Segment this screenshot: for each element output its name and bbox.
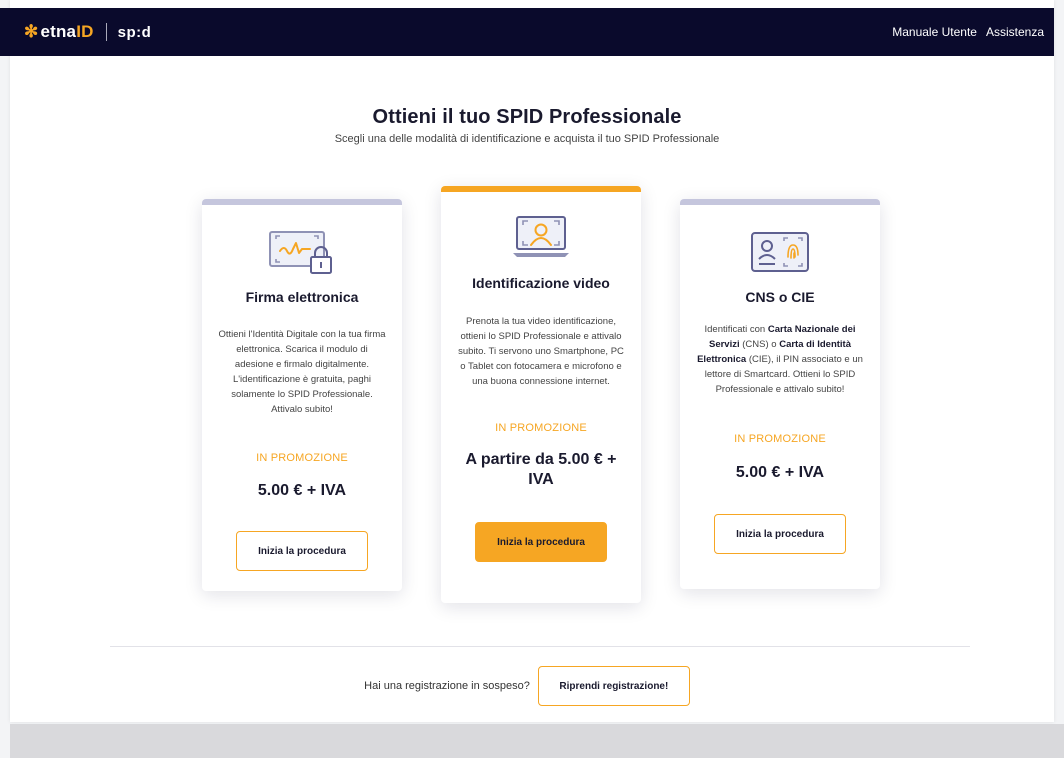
section-divider xyxy=(110,646,970,647)
card-price: A partire da 5.00 € + IVA xyxy=(465,451,617,488)
nav-assistenza-link[interactable]: Assistenza xyxy=(986,25,1044,39)
promo-label: IN PROMOZIONE xyxy=(256,452,348,464)
etnaid-logo[interactable]: ✻ etnaID xyxy=(24,22,94,42)
page-heading: Ottieni il tuo SPID Professionale Scegli… xyxy=(0,106,1054,145)
card-title: Firma elettronica xyxy=(245,289,359,305)
start-procedure-button[interactable]: Inizia la procedura xyxy=(714,514,846,554)
brand-logos[interactable]: ✻ etnaID sp:d xyxy=(24,22,151,42)
desc-text: Identificati con xyxy=(704,324,768,335)
etnaid-logo-suffix: ID xyxy=(76,22,94,41)
card-description: Ottieni l'Identità Digitale con la tua f… xyxy=(218,329,386,415)
signature-lock-icon xyxy=(269,231,332,274)
start-procedure-button[interactable]: Inizia la procedura xyxy=(236,531,368,571)
desc-text: (CNS) o xyxy=(739,339,780,350)
card-price: 5.00 € + IVA xyxy=(257,482,347,499)
card-top-bar xyxy=(202,199,402,205)
etnaid-logo-mark: ✻ xyxy=(24,22,39,41)
card-firma-elettronica: Firma elettronica Ottieni l'Identità Dig… xyxy=(202,199,402,591)
card-identificazione-video: Identificazione video Prenota la tua vid… xyxy=(441,186,641,603)
spid-logo[interactable]: sp:d xyxy=(118,24,152,41)
bottom-strip xyxy=(10,724,1064,758)
card-title: Identificazione video xyxy=(472,275,610,291)
promo-label: IN PROMOZIONE xyxy=(495,422,587,434)
card-top-bar xyxy=(441,186,641,192)
card-title: CNS o CIE xyxy=(745,289,815,305)
etnaid-logo-prefix: etna xyxy=(40,22,77,41)
start-procedure-button-primary[interactable]: Inizia la procedura xyxy=(475,522,607,562)
card-top-bar xyxy=(680,199,880,205)
page-subtitle: Scegli una delle modalità di identificaz… xyxy=(334,133,720,145)
card-description: Prenota la tua video identificazione, ot… xyxy=(458,316,624,387)
card-description: Identificati con Carta Nazionale dei Ser… xyxy=(694,322,866,397)
pending-registration-text: Hai una registrazione in sospeso? xyxy=(364,680,530,692)
resume-registration-button[interactable]: Riprendi registrazione! xyxy=(537,666,690,706)
video-laptop-icon xyxy=(513,216,569,257)
card-cns-cie: CNS o CIE Identificati con Carta Naziona… xyxy=(680,199,880,589)
promo-label: IN PROMOZIONE xyxy=(734,433,826,445)
brand-separator xyxy=(105,23,107,41)
nav-manuale-utente-link[interactable]: Manuale Utente xyxy=(892,25,977,39)
id-card-fingerprint-icon xyxy=(751,232,809,272)
page-title: Ottieni il tuo SPID Professionale xyxy=(372,106,682,128)
top-nav: Manuale Utente Assistenza xyxy=(892,25,1044,39)
card-price: 5.00 € + IVA xyxy=(735,464,825,481)
top-navbar: ✻ etnaID sp:d Manuale Utente Assistenza xyxy=(0,8,1054,56)
pending-registration: Hai una registrazione in sospeso? Ripren… xyxy=(0,666,1054,706)
